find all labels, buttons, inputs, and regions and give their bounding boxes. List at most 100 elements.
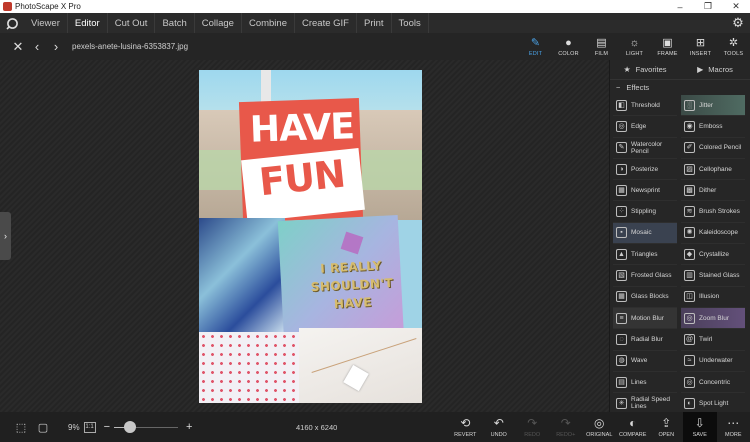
menu-cut-out[interactable]: Cut Out [108,13,156,33]
radial-blur-icon: ◌ [616,333,627,345]
triangles-icon: ▲ [616,248,627,260]
expand-left-panel-button[interactable]: › [0,212,11,260]
action-label: REDO [524,431,541,438]
effect-stippling[interactable]: ⁘ Stippling [613,201,677,223]
insert-icon: ⊞ [695,36,706,49]
effect-cellophane[interactable]: ▨ Cellophane [681,159,745,181]
star-icon: ★ [623,65,631,74]
tab-tools[interactable]: ✲ TOOLS [717,33,750,60]
effect-watercolor-pencil[interactable]: ✎ Watercolor Pencil [613,138,677,159]
frame-icon: ▣ [662,36,673,49]
wave-icon: ◍ [616,355,627,367]
effect-triangles[interactable]: ▲ Triangles [613,244,677,266]
effect-stained-glass[interactable]: ▥ Stained Glass [681,265,745,287]
effects-panel: ★ Favorites ▶ Macros − Effects ◧ Threshol… [609,60,750,415]
macros-tab[interactable]: ▶ Macros [680,60,750,79]
minimize-button[interactable]: – [666,0,694,13]
effects-section-header[interactable]: − Effects [610,80,750,94]
undo-button[interactable]: ↶ UNDO [482,412,516,442]
settings-gear-icon[interactable]: ⚙ [726,13,750,33]
effect-jitter[interactable]: ░ Jitter [681,95,745,117]
effect-crystallize[interactable]: ◆ Crystallize [681,244,745,266]
single-view-icon[interactable]: ▢ [34,420,52,434]
previous-image-icon[interactable]: ‹ [29,38,45,56]
grid-view-icon[interactable]: ⬚ [12,420,30,434]
zoom-slider[interactable] [114,421,178,433]
tab-color[interactable]: ● COLOR [552,33,585,60]
effect-lines[interactable]: ▤ Lines [613,372,677,394]
favorites-tab[interactable]: ★ Favorites [610,60,680,79]
effect-label: Cellophane [699,165,732,173]
effect-newsprint[interactable]: ▦ Newsprint [613,180,677,202]
tab-edit[interactable]: ✎ EDIT [519,33,552,60]
tab-frame[interactable]: ▣ FRAME [651,33,684,60]
revert-button[interactable]: ⟲ REVERT [449,412,483,442]
menu-print[interactable]: Print [357,13,392,33]
effect-label: Crystallize [699,250,729,258]
effect-threshold[interactable]: ◧ Threshold [613,95,677,117]
zoom-slider-knob[interactable] [124,421,136,433]
effect-dither[interactable]: ▩ Dither [681,180,745,202]
redo-all-icon: ↷ [560,415,571,430]
close-window-button[interactable]: ✕ [722,0,750,13]
photo-preview[interactable]: HAVE FUN I REALLY SHOULDN'T HAVE [199,70,422,403]
action-label: MORE [725,431,742,438]
effect-concentric[interactable]: ◎ Concentric [681,372,745,394]
original-button[interactable]: ◎ ORIGINAL [583,412,617,442]
menu-editor[interactable]: Editor [68,13,108,33]
effect-underwater[interactable]: ≈ Underwater [681,351,745,372]
open-button[interactable]: ⇪ OPEN [650,412,684,442]
close-icon[interactable]: ✕ [10,38,26,56]
menu-viewer[interactable]: Viewer [24,13,68,33]
compare-button[interactable]: ◐ COMPARE [616,412,650,442]
next-image-icon[interactable]: › [48,38,64,56]
menu-combine[interactable]: Combine [242,13,295,33]
effect-frosted-glass[interactable]: ▧ Frosted Glass [613,265,677,287]
zoom-in-icon[interactable]: + [186,421,192,433]
effect-brush-strokes[interactable]: ≋ Brush Strokes [681,201,745,223]
effect-glass-blocks[interactable]: ▦ Glass Blocks [613,287,677,308]
redo-button[interactable]: ↷ REDO [516,412,550,442]
canvas-area[interactable]: › HAVE FUN I REALLY SHOULDN'T HAVE [0,60,609,412]
menu-tools[interactable]: Tools [392,13,429,33]
menu-create-gif[interactable]: Create GIF [295,13,357,33]
effect-label: Stippling [631,208,656,216]
home-logo-icon[interactable] [0,13,24,33]
action-label: OPEN [658,431,675,438]
maximize-button[interactable]: ❐ [694,0,722,13]
effect-edge[interactable]: ◎ Edge [613,116,677,138]
app-logo-icon [3,2,12,11]
effect-label: Glass Blocks [631,293,669,301]
more-button[interactable]: ⋯ MORE [717,412,750,442]
action-buttons: ⟲ REVERT ↶ UNDO ↷ REDO ↷ REDO+ ◎ ORIGINAL ◐ COMPARE… [449,412,750,442]
effect-label: Zoom Blur [699,314,729,322]
redo-all-button[interactable]: ↷ REDO+ [549,412,583,442]
blue-gift-bag [199,218,285,336]
effect-twirl[interactable]: @ Twirl [681,329,745,351]
effect-wave[interactable]: ◍ Wave [613,351,677,372]
effect-label: Radial Blur [631,335,663,343]
tab-light[interactable]: ☼ LIGHT [618,33,651,60]
menu-collage[interactable]: Collage [195,13,242,33]
effect-zoom-blur[interactable]: ◎ Zoom Blur [681,307,745,330]
effect-emboss[interactable]: ◉ Emboss [681,116,745,138]
kaleidoscope-icon: ✺ [684,227,695,239]
menu-batch[interactable]: Batch [155,13,195,33]
illusion-icon: ◫ [684,291,695,303]
effect-label: Radial Speed Lines [631,396,671,411]
tab-film[interactable]: ▤ FILM [585,33,618,60]
tab-insert[interactable]: ⊞ INSERT [684,33,717,60]
effect-motion-blur[interactable]: ≡ Motion Blur [613,307,677,330]
effect-mosaic[interactable]: ▪ Mosaic [613,222,677,245]
effect-kaleidoscope[interactable]: ✺ Kaleidoscope [681,223,745,245]
zoom-out-icon[interactable]: − [104,421,110,433]
title-bar: PhotoScape X Pro – ❐ ✕ [0,0,750,13]
macros-label: Macros [708,65,733,74]
effect-radial-blur[interactable]: ◌ Radial Blur [613,329,677,351]
effect-posterize[interactable]: ◑ Posterize [613,159,677,181]
effect-label: Jitter [699,101,714,109]
effect-colored-pencil[interactable]: ✐ Colored Pencil [681,138,745,159]
effect-illusion[interactable]: ◫ Illusion [681,287,745,308]
actual-size-button[interactable]: 1:1 [83,421,96,433]
save-button[interactable]: ⇩ SAVE [683,412,717,442]
